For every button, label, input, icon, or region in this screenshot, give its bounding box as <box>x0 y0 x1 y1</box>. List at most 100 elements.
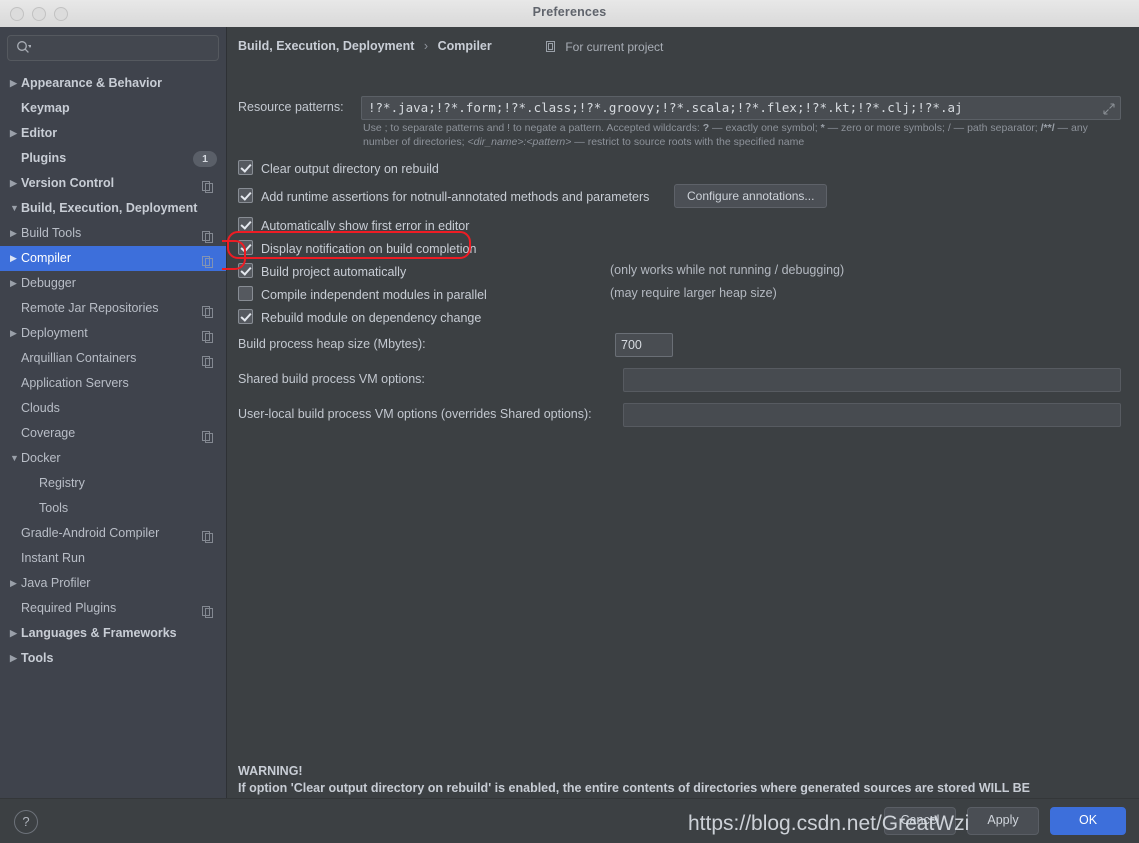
copy-settings-icon[interactable] <box>202 352 214 368</box>
shared-vm-options-input[interactable] <box>624 369 1120 391</box>
sidebar-item-appearance-behavior[interactable]: ▶ Appearance & Behavior <box>0 71 226 96</box>
configure-annotations-button[interactable]: Configure annotations... <box>674 184 828 208</box>
user-vm-options-field[interactable] <box>623 403 1121 427</box>
sidebar-item-deployment[interactable]: ▶ Deployment <box>0 321 226 346</box>
checkbox-automatically-show-first-error-in-editor[interactable]: Automatically show first error in editor <box>238 217 469 233</box>
tree-spacer: ▶ <box>28 471 39 496</box>
breadcrumb: Build, Execution, Deployment › Compiler <box>238 39 492 53</box>
tree-spacer: ▶ <box>10 546 21 571</box>
sidebar-item-label: Java Profiler <box>21 576 91 590</box>
checkbox-build-project-automatically[interactable]: Build project automatically <box>238 263 406 279</box>
sidebar-item-keymap[interactable]: ▶Keymap <box>0 96 226 121</box>
breadcrumb-separator: › <box>423 39 429 53</box>
resource-patterns-field[interactable]: !?*.java;!?*.form;!?*.class;!?*.groovy;!… <box>361 96 1121 120</box>
search-input[interactable] <box>36 36 214 62</box>
heap-size-field[interactable] <box>615 333 673 357</box>
sidebar-item-application-servers[interactable]: ▶Application Servers <box>0 371 226 396</box>
chevron-right-icon[interactable]: ▶ <box>10 246 21 271</box>
sidebar-item-arquillian-containers[interactable]: ▶Arquillian Containers <box>0 346 226 371</box>
copy-settings-icon[interactable] <box>202 602 214 618</box>
sidebar-item-tools[interactable]: ▶Tools <box>0 646 226 671</box>
chevron-down-icon[interactable]: ▼ <box>10 446 21 471</box>
expand-icon[interactable] <box>1103 102 1115 115</box>
checkbox-checked-icon[interactable] <box>238 160 253 175</box>
heap-size-input[interactable] <box>616 334 672 356</box>
sidebar-item-label: Registry <box>39 476 85 490</box>
chevron-right-icon[interactable]: ▶ <box>10 621 21 646</box>
settings-tree: ▶Appearance & Behavior▶Keymap▶Editor▶Plu… <box>0 67 226 671</box>
sidebar-item-docker[interactable]: ▼ Docker <box>0 446 226 471</box>
sidebar-item-build-execution-deployment[interactable]: ▼ Build, Execution, Deployment <box>0 196 226 221</box>
sidebar-item-editor[interactable]: ▶ Editor <box>0 121 226 146</box>
checkbox-clear-output-directory-on-rebuild[interactable]: Clear output directory on rebuild <box>238 160 439 176</box>
apply-button[interactable]: Apply <box>967 807 1039 835</box>
checkbox-checked-icon[interactable] <box>238 263 253 278</box>
search-icon <box>16 40 32 55</box>
chevron-right-icon[interactable]: ▶ <box>10 571 21 596</box>
copy-settings-icon[interactable] <box>202 427 214 443</box>
sidebar-item-gradle-android-compiler[interactable]: ▶Gradle-Android Compiler <box>0 521 226 546</box>
checkbox-compile-independent-modules-in-parallel[interactable]: Compile independent modules in parallel <box>238 286 487 302</box>
checkbox-rebuild-module-on-dependency-change[interactable]: Rebuild module on dependency change <box>238 309 481 325</box>
tree-spacer: ▶ <box>10 396 21 421</box>
watermark: https://blog.csdn.net/GreatWzi <box>688 812 970 835</box>
sidebar-item-registry[interactable]: ▶Registry <box>0 471 226 496</box>
sidebar-item-debugger[interactable]: ▶ Debugger <box>0 271 226 296</box>
sidebar-item-label: Docker <box>21 451 61 465</box>
checkbox-display-notification-on-build-completion[interactable]: Display notification on build completion <box>238 240 476 256</box>
copy-settings-icon[interactable] <box>202 177 214 193</box>
tree-spacer: ▶ <box>10 96 21 121</box>
search-box[interactable] <box>7 35 219 62</box>
sidebar-item-build-tools[interactable]: ▶ Build Tools <box>0 221 226 246</box>
checkbox-note: (only works while not running / debuggin… <box>610 263 845 277</box>
checkbox-checked-icon[interactable] <box>238 188 253 203</box>
sidebar-item-java-profiler[interactable]: ▶ Java Profiler <box>0 571 226 596</box>
sidebar-item-plugins[interactable]: ▶Plugins 1 <box>0 146 226 171</box>
checkbox-label: Add runtime assertions for notnull-annot… <box>261 190 650 204</box>
copy-settings-icon[interactable] <box>202 302 214 318</box>
sidebar-item-instant-run[interactable]: ▶Instant Run <box>0 546 226 571</box>
chevron-right-icon[interactable]: ▶ <box>10 221 21 246</box>
chevron-right-icon[interactable]: ▶ <box>10 646 21 671</box>
checkbox-add-runtime-assertions-for-notnull-annotated-methods-and-parameters[interactable]: Add runtime assertions for notnull-annot… <box>238 188 649 204</box>
sidebar-item-compiler[interactable]: ▶ Compiler <box>0 246 226 271</box>
resource-patterns-value: !?*.java;!?*.form;!?*.class;!?*.groovy;!… <box>368 100 963 115</box>
hint-dir-pattern: <dir_name>:<pattern> <box>467 135 572 148</box>
ok-button[interactable]: OK <box>1050 807 1126 835</box>
copy-settings-icon[interactable] <box>202 527 214 543</box>
copy-settings-icon[interactable] <box>202 327 214 343</box>
sidebar-item-tools[interactable]: ▶Tools <box>0 496 226 521</box>
sidebar-item-coverage[interactable]: ▶Coverage <box>0 421 226 446</box>
chevron-right-icon[interactable]: ▶ <box>10 121 21 146</box>
sidebar-item-label: Remote Jar Repositories <box>21 301 159 315</box>
checkbox-checked-icon[interactable] <box>238 217 253 232</box>
chevron-right-icon[interactable]: ▶ <box>10 321 21 346</box>
chevron-right-icon[interactable]: ▶ <box>10 71 21 96</box>
sidebar-item-label: Compiler <box>21 251 72 265</box>
heap-size-label: Build process heap size (Mbytes): <box>238 337 426 351</box>
help-button[interactable]: ? <box>14 810 38 834</box>
copy-settings-icon[interactable] <box>202 227 214 243</box>
sidebar-item-clouds[interactable]: ▶Clouds <box>0 396 226 421</box>
breadcrumb-parent[interactable]: Build, Execution, Deployment <box>238 39 414 53</box>
tree-spacer: ▶ <box>10 371 21 396</box>
checkbox-unchecked-icon[interactable] <box>238 286 253 301</box>
warning-title: WARNING! <box>238 764 303 778</box>
sidebar-item-languages-frameworks[interactable]: ▶ Languages & Frameworks <box>0 621 226 646</box>
sidebar-item-remote-jar-repositories[interactable]: ▶Remote Jar Repositories <box>0 296 226 321</box>
hint-text-3: — zero or more symbols; / — path separat… <box>824 122 1041 134</box>
sidebar-item-version-control[interactable]: ▶ Version Control <box>0 171 226 196</box>
chevron-right-icon[interactable]: ▶ <box>10 271 21 296</box>
chevron-down-icon[interactable]: ▼ <box>10 196 21 221</box>
sidebar-item-label: Arquillian Containers <box>21 351 137 365</box>
sidebar-item-required-plugins[interactable]: ▶Required Plugins <box>0 596 226 621</box>
tree-spacer: ▶ <box>10 146 21 171</box>
checkbox-checked-icon[interactable] <box>238 240 253 255</box>
shared-vm-options-field[interactable] <box>623 368 1121 392</box>
copy-settings-icon[interactable] <box>202 252 214 268</box>
user-vm-options-input[interactable] <box>624 404 1120 426</box>
chevron-right-icon[interactable]: ▶ <box>10 171 21 196</box>
plugins-update-badge: 1 <box>193 151 217 167</box>
sidebar-item-label: Tools <box>21 651 54 665</box>
checkbox-checked-icon[interactable] <box>238 309 253 324</box>
